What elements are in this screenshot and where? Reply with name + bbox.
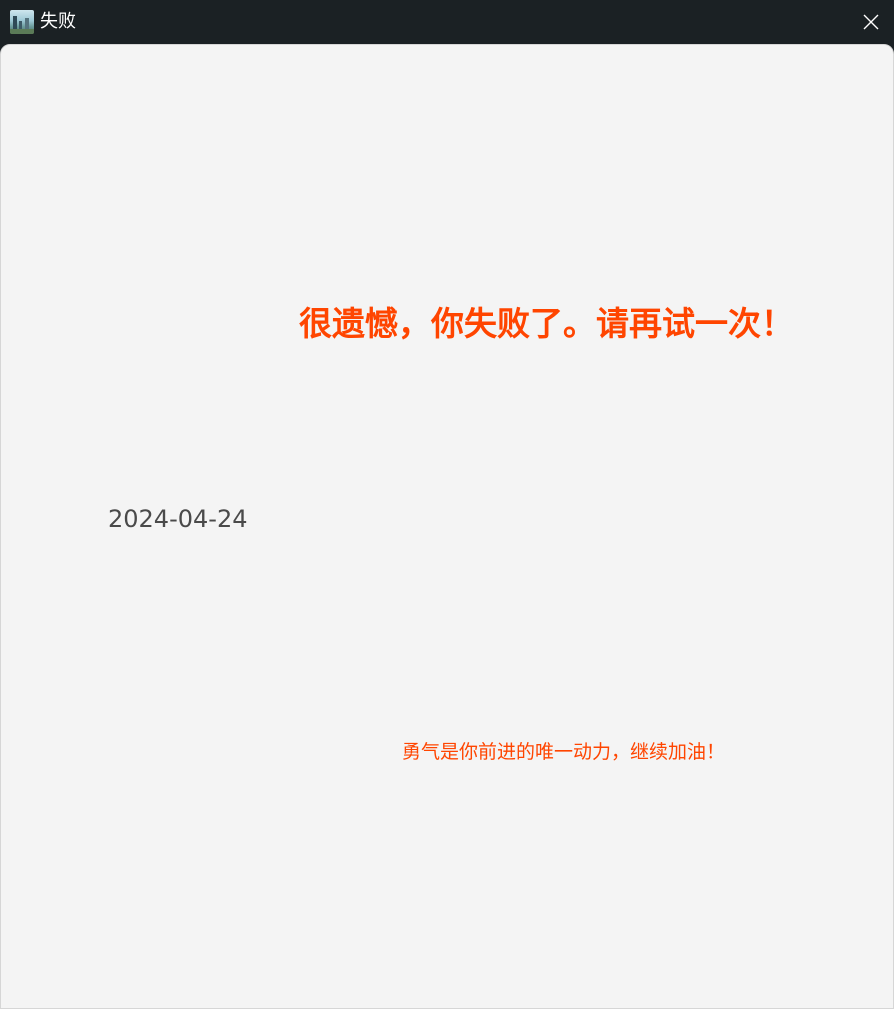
encouragement-text: 勇气是你前进的唯一动力，继续加油！ <box>402 741 726 763</box>
failure-headline: 很遗憾，你失败了。请再试一次！ <box>299 304 794 343</box>
landscape-photo-icon <box>10 10 34 34</box>
date-label: 2024-04-24 <box>108 505 248 533</box>
close-button[interactable] <box>848 0 894 44</box>
title-bar[interactable]: 失败 <box>0 0 894 44</box>
dialog-window: 失败 很遗憾，你失败了。请再试一次！ 2024-04-24 勇气是你前进的唯一动… <box>0 0 894 1009</box>
dialog-content: 很遗憾，你失败了。请再试一次！ 2024-04-24 勇气是你前进的唯一动力，继… <box>0 44 894 1009</box>
close-icon <box>863 14 879 30</box>
window-title: 失败 <box>40 11 76 32</box>
